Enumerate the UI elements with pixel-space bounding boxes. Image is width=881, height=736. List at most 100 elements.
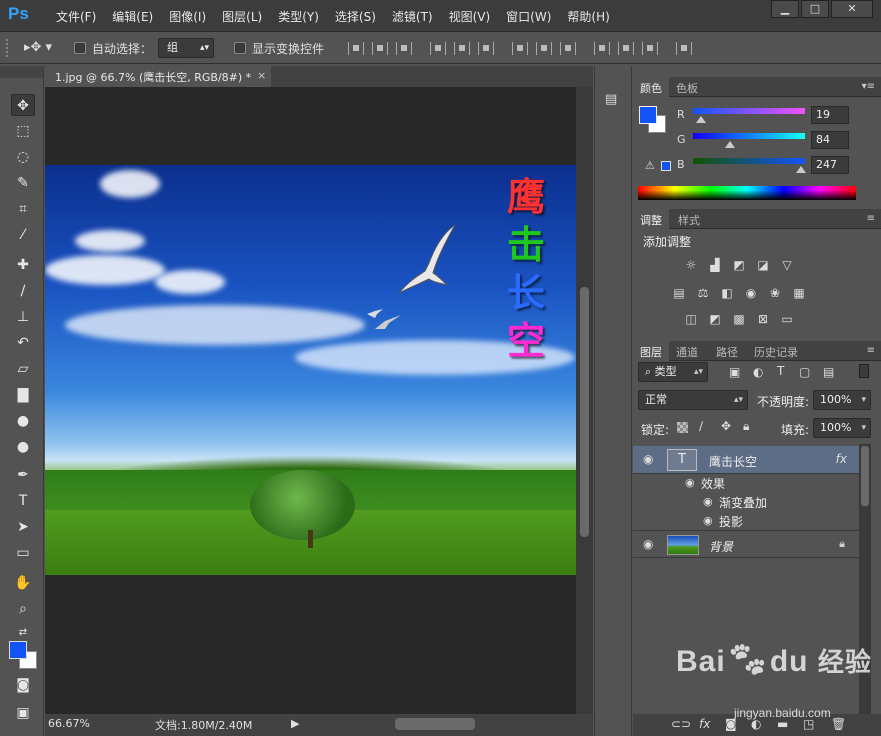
- layer-row[interactable]: ◉ 背景 🔒︎: [633, 530, 859, 558]
- show-transform-checkbox[interactable]: [234, 42, 246, 54]
- g-slider[interactable]: [693, 133, 805, 139]
- distribute-top-icon[interactable]: [512, 42, 528, 55]
- panel-menu-icon[interactable]: ≡: [867, 345, 875, 356]
- align-left-icon[interactable]: [430, 42, 446, 55]
- menu-item[interactable]: 图层(L): [214, 8, 270, 25]
- hand-tool-icon[interactable]: ✋: [11, 572, 35, 594]
- menu-item[interactable]: 滤镜(T): [384, 8, 441, 25]
- g-slider-knob[interactable]: [725, 141, 735, 148]
- stamp-tool-icon[interactable]: ⊥: [11, 306, 35, 328]
- visibility-eye-icon[interactable]: ◉: [703, 514, 713, 527]
- healing-brush-tool-icon[interactable]: ✚: [11, 254, 35, 276]
- align-right-icon[interactable]: [478, 42, 494, 55]
- close-button[interactable]: ✕: [831, 0, 873, 18]
- foreground-color-swatch[interactable]: [9, 641, 27, 659]
- path-select-tool-icon[interactable]: ➤: [11, 516, 35, 538]
- minimize-button[interactable]: ▁: [771, 0, 799, 18]
- tab-paths[interactable]: 路径: [709, 341, 745, 361]
- panel-menu-icon[interactable]: ≡: [867, 213, 875, 224]
- smart-object-filter-icon[interactable]: ▤: [823, 365, 834, 379]
- align-vcenter-icon[interactable]: [372, 42, 388, 55]
- eraser-tool-icon[interactable]: ▱: [11, 358, 35, 380]
- layer-filter-dropdown[interactable]: ⌕ 类型 ▴▾: [638, 362, 708, 382]
- color-panel-foreground[interactable]: [639, 106, 657, 124]
- crop-tool-icon[interactable]: ⌗: [11, 198, 35, 220]
- type-filter-icon[interactable]: T: [777, 364, 784, 378]
- g-value[interactable]: 84: [811, 131, 849, 149]
- pixel-filter-icon[interactable]: ▣: [729, 365, 740, 379]
- lasso-tool-icon[interactable]: ◌: [11, 146, 35, 168]
- zoom-level[interactable]: 66.67%: [48, 717, 90, 730]
- auto-select-checkbox[interactable]: [74, 42, 86, 54]
- distribute-right-icon[interactable]: [642, 42, 658, 55]
- b-value[interactable]: 247: [811, 156, 849, 174]
- align-bottom-icon[interactable]: [396, 42, 412, 55]
- blur-tool-icon[interactable]: ●: [11, 410, 35, 432]
- status-menu-arrow-icon[interactable]: ▶: [291, 717, 299, 730]
- effect-gradient-overlay[interactable]: 渐变叠加: [719, 494, 767, 511]
- align-hcenter-icon[interactable]: [454, 42, 470, 55]
- move-tool-icon[interactable]: ✥: [11, 94, 35, 116]
- visibility-eye-icon[interactable]: ◉: [643, 452, 653, 466]
- levels-icon[interactable]: ▟: [707, 258, 723, 272]
- channel-mixer-icon[interactable]: ❀: [767, 286, 783, 300]
- lock-pixels-icon[interactable]: ∕: [699, 419, 703, 433]
- tab-adjustments[interactable]: 调整: [633, 209, 669, 229]
- lock-transparency-icon[interactable]: [677, 422, 688, 433]
- screen-mode-icon[interactable]: ▣: [11, 702, 35, 724]
- distribute-bottom-icon[interactable]: [560, 42, 576, 55]
- posterize-icon[interactable]: ◩: [707, 312, 723, 326]
- zoom-tool-icon[interactable]: ⌕: [11, 598, 35, 620]
- maximize-button[interactable]: □: [801, 0, 829, 18]
- eyedropper-tool-icon[interactable]: ⁄: [11, 224, 35, 246]
- add-style-icon[interactable]: fx: [699, 717, 710, 731]
- fx-icon[interactable]: fx: [836, 452, 847, 466]
- tab-swatches[interactable]: 色板: [669, 77, 705, 97]
- layer-name[interactable]: 背景: [709, 538, 733, 555]
- layer-row[interactable]: ◉ T 鹰击长空 fx: [633, 446, 859, 474]
- color-lookup-icon[interactable]: ▦: [791, 286, 807, 300]
- visibility-eye-icon[interactable]: ◉: [643, 537, 653, 551]
- menu-item[interactable]: 图像(I): [161, 8, 214, 25]
- selective-color-icon[interactable]: ⊠: [755, 312, 771, 326]
- b-slider[interactable]: [693, 158, 805, 164]
- tab-layers[interactable]: 图层: [633, 341, 669, 361]
- tab-styles[interactable]: 样式: [671, 209, 707, 229]
- menu-item[interactable]: 文件(F): [48, 8, 104, 25]
- photo-filter-icon[interactable]: ◉: [743, 286, 759, 300]
- link-layers-icon[interactable]: ⊂⊃: [671, 717, 691, 731]
- history-brush-tool-icon[interactable]: ↶: [11, 332, 35, 354]
- menu-item[interactable]: 帮助(H): [559, 8, 617, 25]
- lock-position-icon[interactable]: ✥: [721, 419, 731, 433]
- filter-toggle-switch[interactable]: [859, 364, 869, 378]
- distribute-vcenter-icon[interactable]: [536, 42, 552, 55]
- tab-color[interactable]: 颜色: [633, 77, 669, 97]
- brightness-icon[interactable]: ☼: [683, 258, 699, 272]
- gradient-map-icon[interactable]: ▭: [779, 312, 795, 326]
- rectangle-tool-icon[interactable]: ▭: [11, 542, 35, 564]
- distribute-left-icon[interactable]: [594, 42, 610, 55]
- pen-tool-icon[interactable]: ✒: [11, 464, 35, 486]
- marquee-tool-icon[interactable]: ⬚: [11, 120, 35, 142]
- document-image[interactable]: 鹰击长空: [45, 165, 576, 575]
- tab-history[interactable]: 历史记录: [747, 341, 805, 361]
- vertical-scroll-thumb[interactable]: [580, 287, 589, 537]
- gradient-tool-icon[interactable]: ▇: [11, 384, 35, 406]
- menu-item[interactable]: 窗口(W): [498, 8, 559, 25]
- menu-item[interactable]: 编辑(E): [104, 8, 161, 25]
- visibility-eye-icon[interactable]: ◉: [703, 495, 713, 508]
- toolbox-header[interactable]: [0, 66, 43, 78]
- panel-menu-icon[interactable]: ▾≡: [862, 81, 875, 92]
- color-balance-icon[interactable]: ⚖: [695, 286, 711, 300]
- hue-saturation-icon[interactable]: ▤: [671, 286, 687, 300]
- threshold-icon[interactable]: ▩: [731, 312, 747, 326]
- r-value[interactable]: 19: [811, 106, 849, 124]
- lock-all-icon[interactable]: 🔒︎: [743, 419, 749, 434]
- trash-icon[interactable]: 🗑︎: [831, 717, 846, 731]
- brush-tool-icon[interactable]: ∕: [11, 280, 35, 302]
- vibrance-icon[interactable]: ▽: [779, 258, 795, 272]
- distribute-hcenter-icon[interactable]: [618, 42, 634, 55]
- web-safe-color-icon[interactable]: [661, 161, 671, 171]
- auto-select-dropdown[interactable]: 组 ▴▾: [158, 38, 214, 58]
- auto-align-icon[interactable]: [676, 42, 692, 55]
